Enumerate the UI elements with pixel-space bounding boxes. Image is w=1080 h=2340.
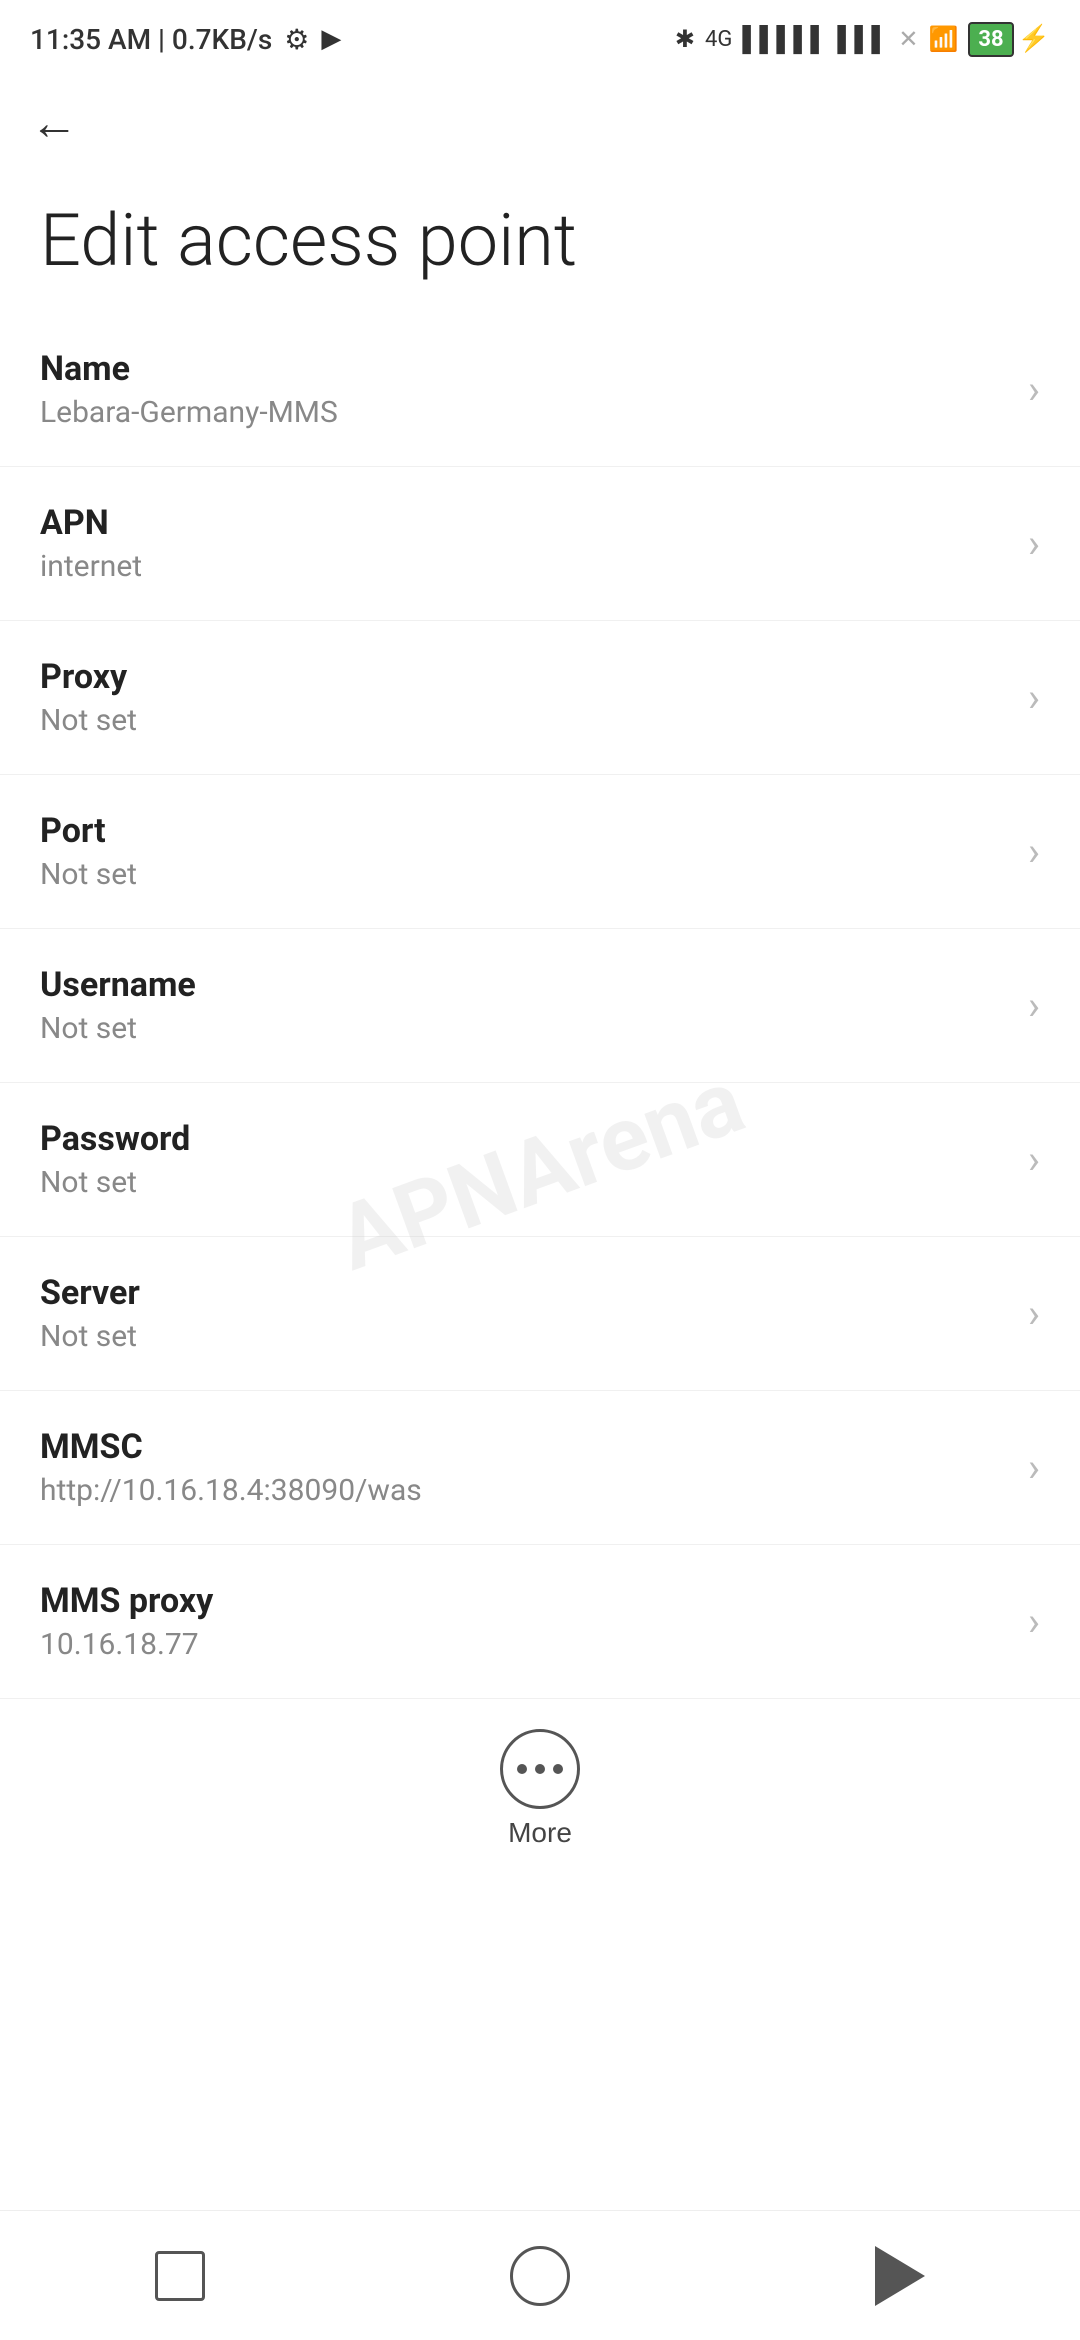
dot1	[517, 1764, 527, 1774]
settings-item-mmsc[interactable]: MMSC http://10.16.18.4:38090/was ›	[0, 1391, 1080, 1545]
more-dots-icon	[517, 1764, 563, 1774]
signal-4g-icon: 4G	[705, 27, 732, 52]
wifi-icon: 📶	[928, 25, 958, 53]
nav-recents-button[interactable]	[120, 2236, 240, 2316]
settings-item-value: Lebara-Germany-MMS	[40, 395, 1008, 430]
chevron-right-icon: ›	[1028, 1444, 1040, 1491]
settings-item-mms-proxy[interactable]: MMS proxy 10.16.18.77 ›	[0, 1545, 1080, 1699]
settings-item-password[interactable]: Password Not set ›	[0, 1083, 1080, 1237]
settings-item-content: Password Not set	[40, 1119, 1008, 1200]
dot3	[553, 1764, 563, 1774]
settings-item-value: Not set	[40, 1011, 1008, 1046]
more-circle-icon	[500, 1729, 580, 1809]
chevron-right-icon: ›	[1028, 1290, 1040, 1337]
chevron-right-icon: ›	[1028, 1598, 1040, 1645]
nav-home-icon	[510, 2246, 570, 2306]
settings-item-content: Username Not set	[40, 965, 1008, 1046]
settings-item-value: Not set	[40, 1165, 1008, 1200]
settings-status-icon: ⚙	[284, 23, 309, 56]
back-arrow-icon: ←	[30, 97, 78, 150]
nav-home-button[interactable]	[480, 2236, 600, 2316]
chevron-right-icon: ›	[1028, 520, 1040, 567]
settings-item-content: Name Lebara-Germany-MMS	[40, 349, 1008, 430]
nav-back-icon	[875, 2246, 925, 2306]
signal-bars2-icon: ▌▌▌	[837, 25, 888, 54]
chevron-right-icon: ›	[1028, 366, 1040, 413]
toolbar: ←	[0, 70, 1080, 168]
settings-item-username[interactable]: Username Not set ›	[0, 929, 1080, 1083]
chevron-right-icon: ›	[1028, 828, 1040, 875]
settings-item-label: Server	[40, 1273, 1008, 1313]
settings-item-label: Proxy	[40, 657, 1008, 697]
settings-item-content: MMSC http://10.16.18.4:38090/was	[40, 1427, 1008, 1508]
more-section: More	[0, 1699, 1080, 1869]
settings-item-content: APN internet	[40, 503, 1008, 584]
back-button[interactable]: ←	[20, 90, 88, 158]
nav-back-button[interactable]	[840, 2236, 960, 2316]
chevron-right-icon: ›	[1028, 982, 1040, 1029]
dot2	[535, 1764, 545, 1774]
settings-item-value: Not set	[40, 857, 1008, 892]
settings-item-label: Username	[40, 965, 1008, 1005]
nav-bar	[0, 2210, 1080, 2340]
settings-item-content: Proxy Not set	[40, 657, 1008, 738]
settings-item-value: Not set	[40, 703, 1008, 738]
chevron-right-icon: ›	[1028, 674, 1040, 721]
settings-list: NameLebara-Germany-MMS›APNinternet›Proxy…	[0, 313, 1080, 1699]
chevron-right-icon: ›	[1028, 1136, 1040, 1183]
battery-indicator: 38 ⚡	[968, 22, 1050, 57]
battery-charging-icon: ⚡	[1018, 24, 1050, 54]
settings-item-value: Not set	[40, 1319, 1008, 1354]
settings-item-label: MMSC	[40, 1427, 1008, 1467]
nav-recents-icon	[155, 2251, 205, 2301]
settings-item-proxy[interactable]: Proxy Not set ›	[0, 621, 1080, 775]
settings-item-label: Name	[40, 349, 1008, 389]
camera-status-icon: ▶	[321, 24, 341, 54]
settings-item-label: Port	[40, 811, 1008, 851]
settings-item-label: APN	[40, 503, 1008, 543]
settings-item-label: MMS proxy	[40, 1581, 1008, 1621]
battery-level: 38	[968, 22, 1013, 57]
settings-item-value: internet	[40, 549, 1008, 584]
settings-item-value: 10.16.18.77	[40, 1627, 1008, 1662]
settings-item-port[interactable]: Port Not set ›	[0, 775, 1080, 929]
bluetooth-icon: ✱	[675, 25, 695, 53]
signal-x-icon: ✕	[898, 25, 918, 53]
signal-bars-icon: ▌▌▌▌▌	[742, 25, 827, 54]
settings-item-content: Server Not set	[40, 1273, 1008, 1354]
settings-item-label: Password	[40, 1119, 1008, 1159]
settings-item-apn[interactable]: APN internet ›	[0, 467, 1080, 621]
status-bar: 11:35 AM | 0.7KB/s ⚙ ▶ ✱ 4G ▌▌▌▌▌ ▌▌▌ ✕ …	[0, 0, 1080, 70]
page-title: Edit access point	[0, 168, 1080, 313]
settings-item-content: MMS proxy 10.16.18.77	[40, 1581, 1008, 1662]
settings-content: NameLebara-Germany-MMS›APNinternet›Proxy…	[0, 313, 1080, 2069]
more-button[interactable]: More	[500, 1729, 580, 1849]
settings-item-value: http://10.16.18.4:38090/was	[40, 1473, 1008, 1508]
status-icons: ✱ 4G ▌▌▌▌▌ ▌▌▌ ✕ 📶 38 ⚡	[675, 22, 1050, 57]
settings-item-name[interactable]: Name Lebara-Germany-MMS ›	[0, 313, 1080, 467]
more-label: More	[508, 1817, 572, 1849]
status-time-speed: 11:35 AM | 0.7KB/s ⚙ ▶	[30, 23, 341, 56]
settings-item-server[interactable]: Server Not set ›	[0, 1237, 1080, 1391]
settings-item-content: Port Not set	[40, 811, 1008, 892]
time-display: 11:35 AM | 0.7KB/s	[30, 23, 272, 56]
